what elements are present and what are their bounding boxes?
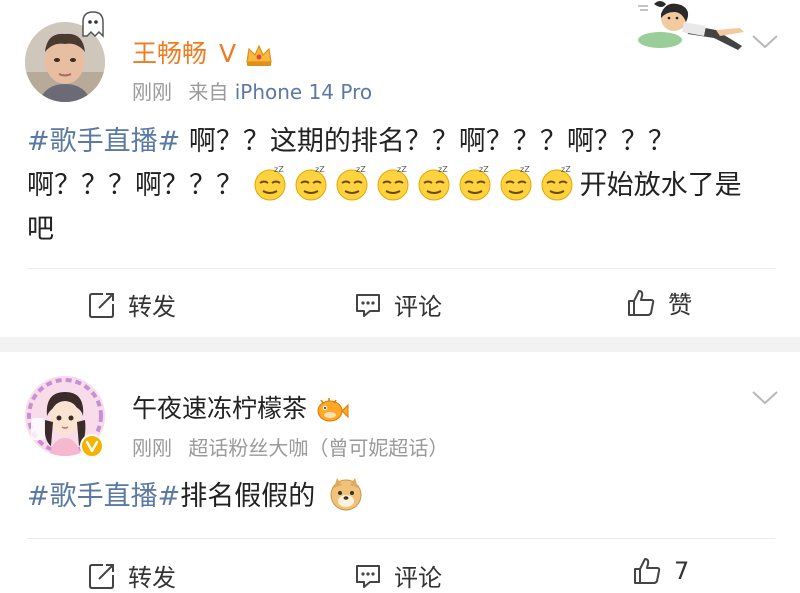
comment-label[interactable]: 评论 (394, 558, 442, 593)
content-line-3: 吧 (27, 208, 742, 252)
content-text: 啊？？这期的排名？？啊？？？啊？？？ (180, 126, 675, 157)
emoji-group: zZ zZ zZ zZ zZ zZ zZ zZ (252, 165, 580, 201)
topic-link[interactable]: #歌手直播# (27, 126, 180, 157)
sleepy-face-emoji: zZ (418, 165, 450, 201)
svg-text:zZ: zZ (397, 165, 407, 174)
content-text: 啊？？？啊？？？ (27, 170, 252, 201)
comment-icon (356, 564, 380, 588)
chevron-down-icon[interactable] (750, 388, 780, 408)
thumbs-up-icon (628, 289, 655, 316)
post-content: #歌手直播# 啊？？这期的排名？？啊？？？啊？？？ 啊？？？啊？？？ zZ zZ z… (27, 120, 742, 252)
post-content: #歌手直播#排名假假的 (27, 475, 369, 519)
comment-button[interactable]: 评论 (354, 287, 442, 322)
user-name-text[interactable]: 午夜速冻柠檬茶 (132, 394, 307, 423)
svg-text:zZ: zZ (479, 165, 489, 174)
chevron-down-icon[interactable] (750, 32, 780, 52)
thumbs-up-icon (634, 558, 661, 584)
weibo-post-1: 王畅畅 V 刚刚 来自 iPhone 14 Pro #歌手直播# 啊？？这期的排… (0, 0, 800, 337)
user-name[interactable]: 王畅畅 V (132, 34, 274, 70)
sleepy-face-emoji: zZ (541, 165, 573, 201)
post-separator (0, 337, 800, 352)
verified-badge-icon (80, 434, 104, 458)
repost-label[interactable]: 转发 (128, 287, 176, 322)
comment-label[interactable]: 评论 (394, 287, 442, 322)
sleepy-face-emoji: zZ (254, 165, 286, 201)
svg-text:zZ: zZ (356, 165, 366, 174)
svg-text:zZ: zZ (315, 165, 325, 174)
weibo-post-2: 午夜速冻柠檬茶 刚刚 超话粉丝大咖（曾可妮超话） #歌手直播#排名假假的 转发 … (0, 352, 800, 593)
doge-emoji-icon (330, 478, 362, 511)
topic-link[interactable]: #歌手直播# (27, 481, 180, 512)
source-prefix: 来自 (188, 80, 229, 104)
action-divider (27, 538, 775, 539)
svg-text:zZ: zZ (438, 165, 448, 174)
like-label[interactable]: 赞 (668, 285, 692, 320)
post-meta: 刚刚 来自 iPhone 14 Pro (132, 76, 372, 105)
supertopic-fan-info[interactable]: 超话粉丝大咖（曾可妮超话） (188, 436, 448, 460)
action-divider (27, 268, 775, 269)
repost-label[interactable]: 转发 (128, 558, 176, 593)
lying-cartoon-girl-sticker (638, 1, 744, 50)
svg-text:zZ: zZ (274, 165, 284, 174)
like-button[interactable]: 赞 (626, 285, 692, 320)
sleepy-face-emoji: zZ (377, 165, 409, 201)
post-source-link[interactable]: iPhone 14 Pro (235, 80, 372, 104)
like-button[interactable]: 7 (632, 556, 689, 586)
content-line-2: 啊？？？啊？？？ zZ zZ zZ zZ zZ zZ zZ zZ 开始放水了是 (27, 164, 742, 208)
ghost-icon (82, 11, 104, 38)
post-time: 刚刚 (132, 436, 172, 460)
svg-text:zZ: zZ (520, 165, 530, 174)
sleepy-face-emoji: zZ (459, 165, 491, 201)
repost-button[interactable]: 转发 (88, 558, 176, 593)
comment-button[interactable]: 评论 (354, 558, 442, 593)
sleepy-face-emoji: zZ (336, 165, 368, 201)
repost-icon (89, 563, 114, 589)
post-time: 刚刚 (132, 80, 172, 104)
pufferfish-badge-icon[interactable] (315, 396, 349, 424)
like-count[interactable]: 7 (674, 557, 689, 585)
content-line-1: #歌手直播# 啊？？这期的排名？？啊？？？啊？？？ (27, 120, 742, 164)
sleepy-face-emoji: zZ (500, 165, 532, 201)
content-text: 排名假假的 (180, 481, 316, 512)
content-text: 开始放水了是 (579, 170, 742, 201)
crown-badge-icon[interactable] (244, 42, 274, 68)
user-name-text[interactable]: 王畅畅 (132, 39, 207, 68)
sleepy-face-emoji: zZ (295, 165, 327, 201)
repost-button[interactable]: 转发 (88, 287, 176, 322)
user-name[interactable]: 午夜速冻柠檬茶 (132, 389, 349, 425)
post-meta: 刚刚 超话粉丝大咖（曾可妮超话） (132, 432, 448, 461)
repost-icon (89, 292, 114, 318)
comment-icon (356, 293, 380, 317)
svg-text:zZ: zZ (561, 165, 571, 174)
vip-level-mark: V (218, 39, 237, 68)
content-text: 吧 (27, 214, 54, 245)
